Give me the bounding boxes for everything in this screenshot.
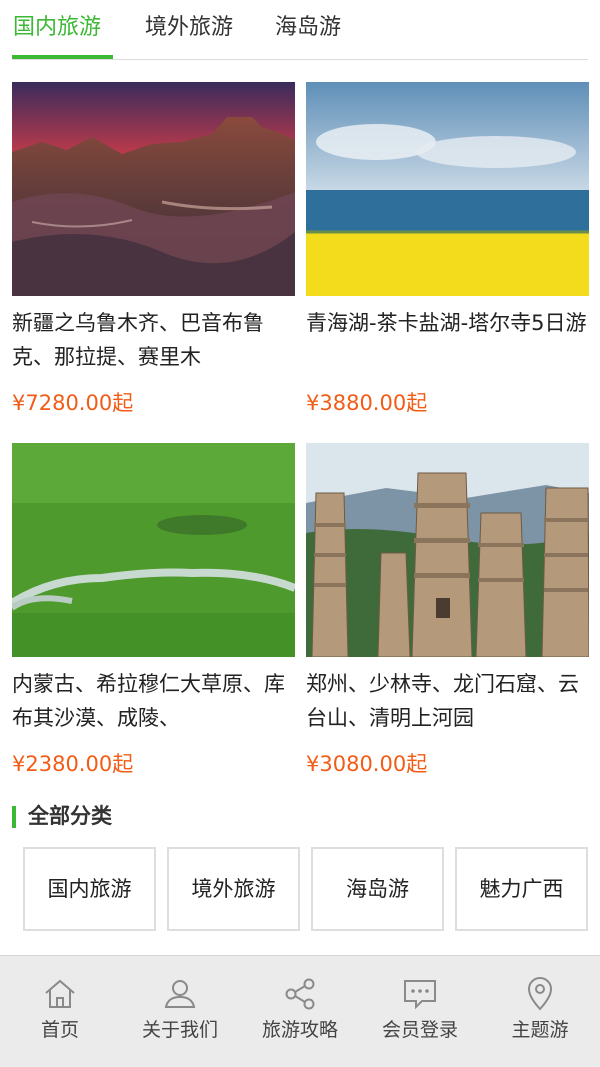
tab-overseas[interactable]: 境外旅游	[145, 12, 233, 44]
category-button-domestic[interactable]: 国内旅游	[23, 847, 156, 931]
location-pin-icon	[527, 977, 553, 1011]
nav-item-travel-guide[interactable]: 旅游攻略	[240, 956, 360, 1067]
product-image-qinghai-lake[interactable]	[306, 82, 589, 296]
product-image-grassland[interactable]	[12, 443, 295, 657]
heading-accent-bar	[12, 806, 16, 828]
product-price: ¥7280.00起	[12, 391, 134, 415]
category-button-island[interactable]: 海岛游	[311, 847, 444, 931]
nav-label: 会员登录	[381, 1019, 458, 1041]
product-title[interactable]: 青海湖-茶卡盐湖-塔尔寺5日游	[306, 306, 589, 374]
home-icon	[45, 979, 75, 1008]
tabs-divider	[12, 59, 588, 60]
user-icon	[164, 980, 196, 1008]
product-title[interactable]: 内蒙古、希拉穆仁大草原、库布其沙漠、成陵、	[12, 667, 295, 735]
category-button-guangxi[interactable]: 魅力广西	[455, 847, 588, 931]
product-title[interactable]: 郑州、少林寺、龙门石窟、云台山、清明上河园	[306, 667, 589, 735]
product-title[interactable]: 新疆之乌鲁木齐、巴音布鲁克、那拉提、赛里木	[12, 306, 295, 374]
product-price: ¥2380.00起	[12, 752, 134, 776]
nav-item-member-login[interactable]: 会员登录	[360, 956, 480, 1067]
category-button-overseas[interactable]: 境外旅游	[167, 847, 300, 931]
nav-item-home[interactable]: 首页	[0, 956, 120, 1067]
nav-label: 旅游攻略	[261, 1019, 338, 1041]
product-image-red-rock-canyon[interactable]	[12, 82, 295, 296]
chat-icon	[404, 980, 436, 1010]
tab-island[interactable]: 海岛游	[275, 12, 341, 44]
nav-item-theme-tour[interactable]: 主题游	[480, 956, 600, 1067]
product-price: ¥3880.00起	[306, 391, 428, 415]
nav-label: 主题游	[511, 1019, 569, 1041]
tab-domestic[interactable]: 国内旅游	[13, 12, 101, 44]
product-price: ¥3080.00起	[306, 752, 428, 776]
category-tabs: 国内旅游 境外旅游 海岛游	[0, 0, 600, 60]
section-title: 全部分类	[28, 804, 112, 828]
nav-label: 关于我们	[141, 1019, 218, 1041]
bottom-nav: 首页 关于我们 旅游攻略 会员登录 主题游	[0, 955, 600, 1067]
nav-label: 首页	[40, 1019, 79, 1041]
product-image-pagoda-forest[interactable]	[306, 443, 589, 657]
nav-item-about[interactable]: 关于我们	[120, 956, 240, 1067]
share-icon	[285, 978, 315, 1010]
